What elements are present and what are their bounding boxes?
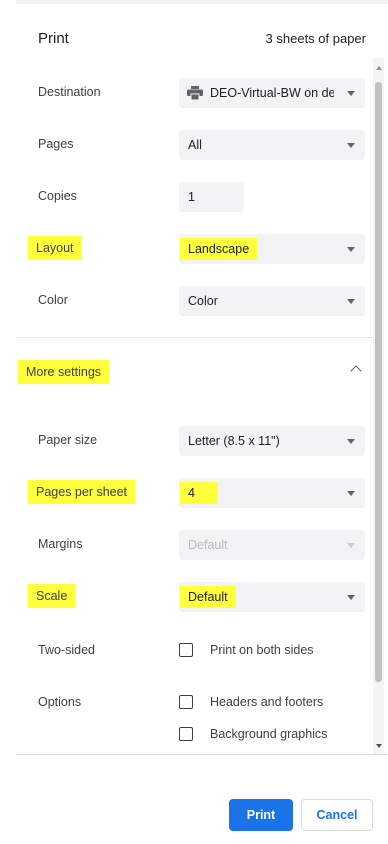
destination-value: DEO-Virtual-BW on dec bbox=[210, 86, 334, 100]
scale-label: Scale bbox=[28, 584, 76, 608]
color-row: Color Color bbox=[16, 280, 372, 320]
settings-scroll-area[interactable]: Destination DEO-Virtual-BW on dec Pages … bbox=[16, 58, 372, 754]
paper-size-value: Letter (8.5 x 11") bbox=[188, 434, 280, 448]
pages-select[interactable]: All bbox=[179, 130, 365, 160]
print-button[interactable]: Print bbox=[229, 799, 293, 831]
print-dialog: Print 3 sheets of paper Destination DEO-… bbox=[16, 0, 388, 844]
sheet-count: 3 sheets of paper bbox=[265, 31, 366, 46]
destination-label: Destination bbox=[38, 85, 101, 99]
pages-per-sheet-select[interactable]: 4 bbox=[179, 478, 365, 508]
headers-footers-label: Headers and footers bbox=[210, 695, 324, 709]
chevron-down-icon bbox=[347, 299, 355, 304]
scrollbar[interactable] bbox=[373, 58, 384, 754]
scale-value: Default bbox=[180, 586, 236, 608]
chevron-down-icon bbox=[347, 91, 355, 96]
color-value: Color bbox=[188, 294, 218, 308]
scale-select[interactable]: Default bbox=[179, 582, 365, 612]
color-label: Color bbox=[38, 293, 68, 307]
print-both-sides-label: Print on both sides bbox=[210, 643, 314, 657]
chevron-down-icon bbox=[347, 491, 355, 496]
pages-value: All bbox=[188, 138, 202, 152]
background-graphics-label: Background graphics bbox=[210, 727, 328, 741]
paper-size-label: Paper size bbox=[38, 433, 98, 447]
chevron-down-icon bbox=[347, 143, 355, 148]
destination-select[interactable]: DEO-Virtual-BW on dec bbox=[179, 78, 365, 108]
chevron-down-icon bbox=[347, 543, 355, 548]
chevron-down-icon bbox=[347, 595, 355, 600]
margins-value: Default bbox=[188, 538, 228, 552]
pages-per-sheet-row: Pages per sheet 4 bbox=[16, 472, 372, 512]
pages-label: Pages bbox=[38, 137, 74, 151]
section-divider bbox=[16, 337, 372, 338]
layout-row: Layout Landscape bbox=[16, 228, 372, 268]
margins-select: Default bbox=[179, 530, 365, 560]
scroll-up-arrow-icon[interactable] bbox=[376, 66, 382, 70]
pages-row: Pages All bbox=[16, 124, 372, 164]
margins-row: Margins Default bbox=[16, 524, 372, 564]
scrollbar-thumb[interactable] bbox=[375, 82, 382, 682]
pages-per-sheet-label: Pages per sheet bbox=[28, 480, 136, 504]
layout-value: Landscape bbox=[180, 238, 258, 260]
more-settings-toggle[interactable]: More settings bbox=[16, 352, 372, 392]
footer-divider bbox=[16, 754, 388, 755]
destination-row: Destination DEO-Virtual-BW on dec bbox=[16, 72, 372, 112]
top-border bbox=[16, 0, 388, 4]
printer-icon bbox=[187, 86, 203, 100]
layout-label: Layout bbox=[28, 236, 82, 260]
paper-size-select[interactable]: Letter (8.5 x 11") bbox=[179, 426, 365, 456]
copies-row: Copies 1 bbox=[16, 176, 372, 216]
more-settings-label: More settings bbox=[18, 360, 110, 384]
chevron-up-icon bbox=[350, 365, 362, 377]
chevron-down-icon bbox=[347, 439, 355, 444]
layout-select[interactable]: Landscape bbox=[179, 234, 365, 264]
pages-per-sheet-value: 4 bbox=[180, 482, 218, 504]
paper-size-row: Paper size Letter (8.5 x 11") bbox=[16, 420, 372, 460]
headers-footers-checkbox[interactable] bbox=[179, 695, 193, 709]
background-graphics-checkbox[interactable] bbox=[179, 727, 193, 741]
options-row: Options Headers and footers Background g… bbox=[16, 682, 372, 741]
chevron-down-icon bbox=[347, 247, 355, 252]
scale-row: Scale Default bbox=[16, 576, 372, 616]
copies-value: 1 bbox=[188, 190, 195, 204]
two-sided-label: Two-sided bbox=[38, 643, 95, 657]
options-label: Options bbox=[38, 695, 82, 709]
dialog-title: Print bbox=[38, 30, 69, 47]
margins-label: Margins bbox=[38, 537, 83, 551]
two-sided-row: Two-sided Print on both sides bbox=[16, 630, 372, 670]
cancel-button[interactable]: Cancel bbox=[301, 799, 373, 831]
print-both-sides-checkbox[interactable] bbox=[179, 643, 193, 657]
color-select[interactable]: Color bbox=[179, 286, 365, 316]
copies-label: Copies bbox=[38, 189, 77, 203]
scroll-down-arrow-icon[interactable] bbox=[376, 744, 382, 748]
copies-input[interactable]: 1 bbox=[179, 182, 244, 212]
